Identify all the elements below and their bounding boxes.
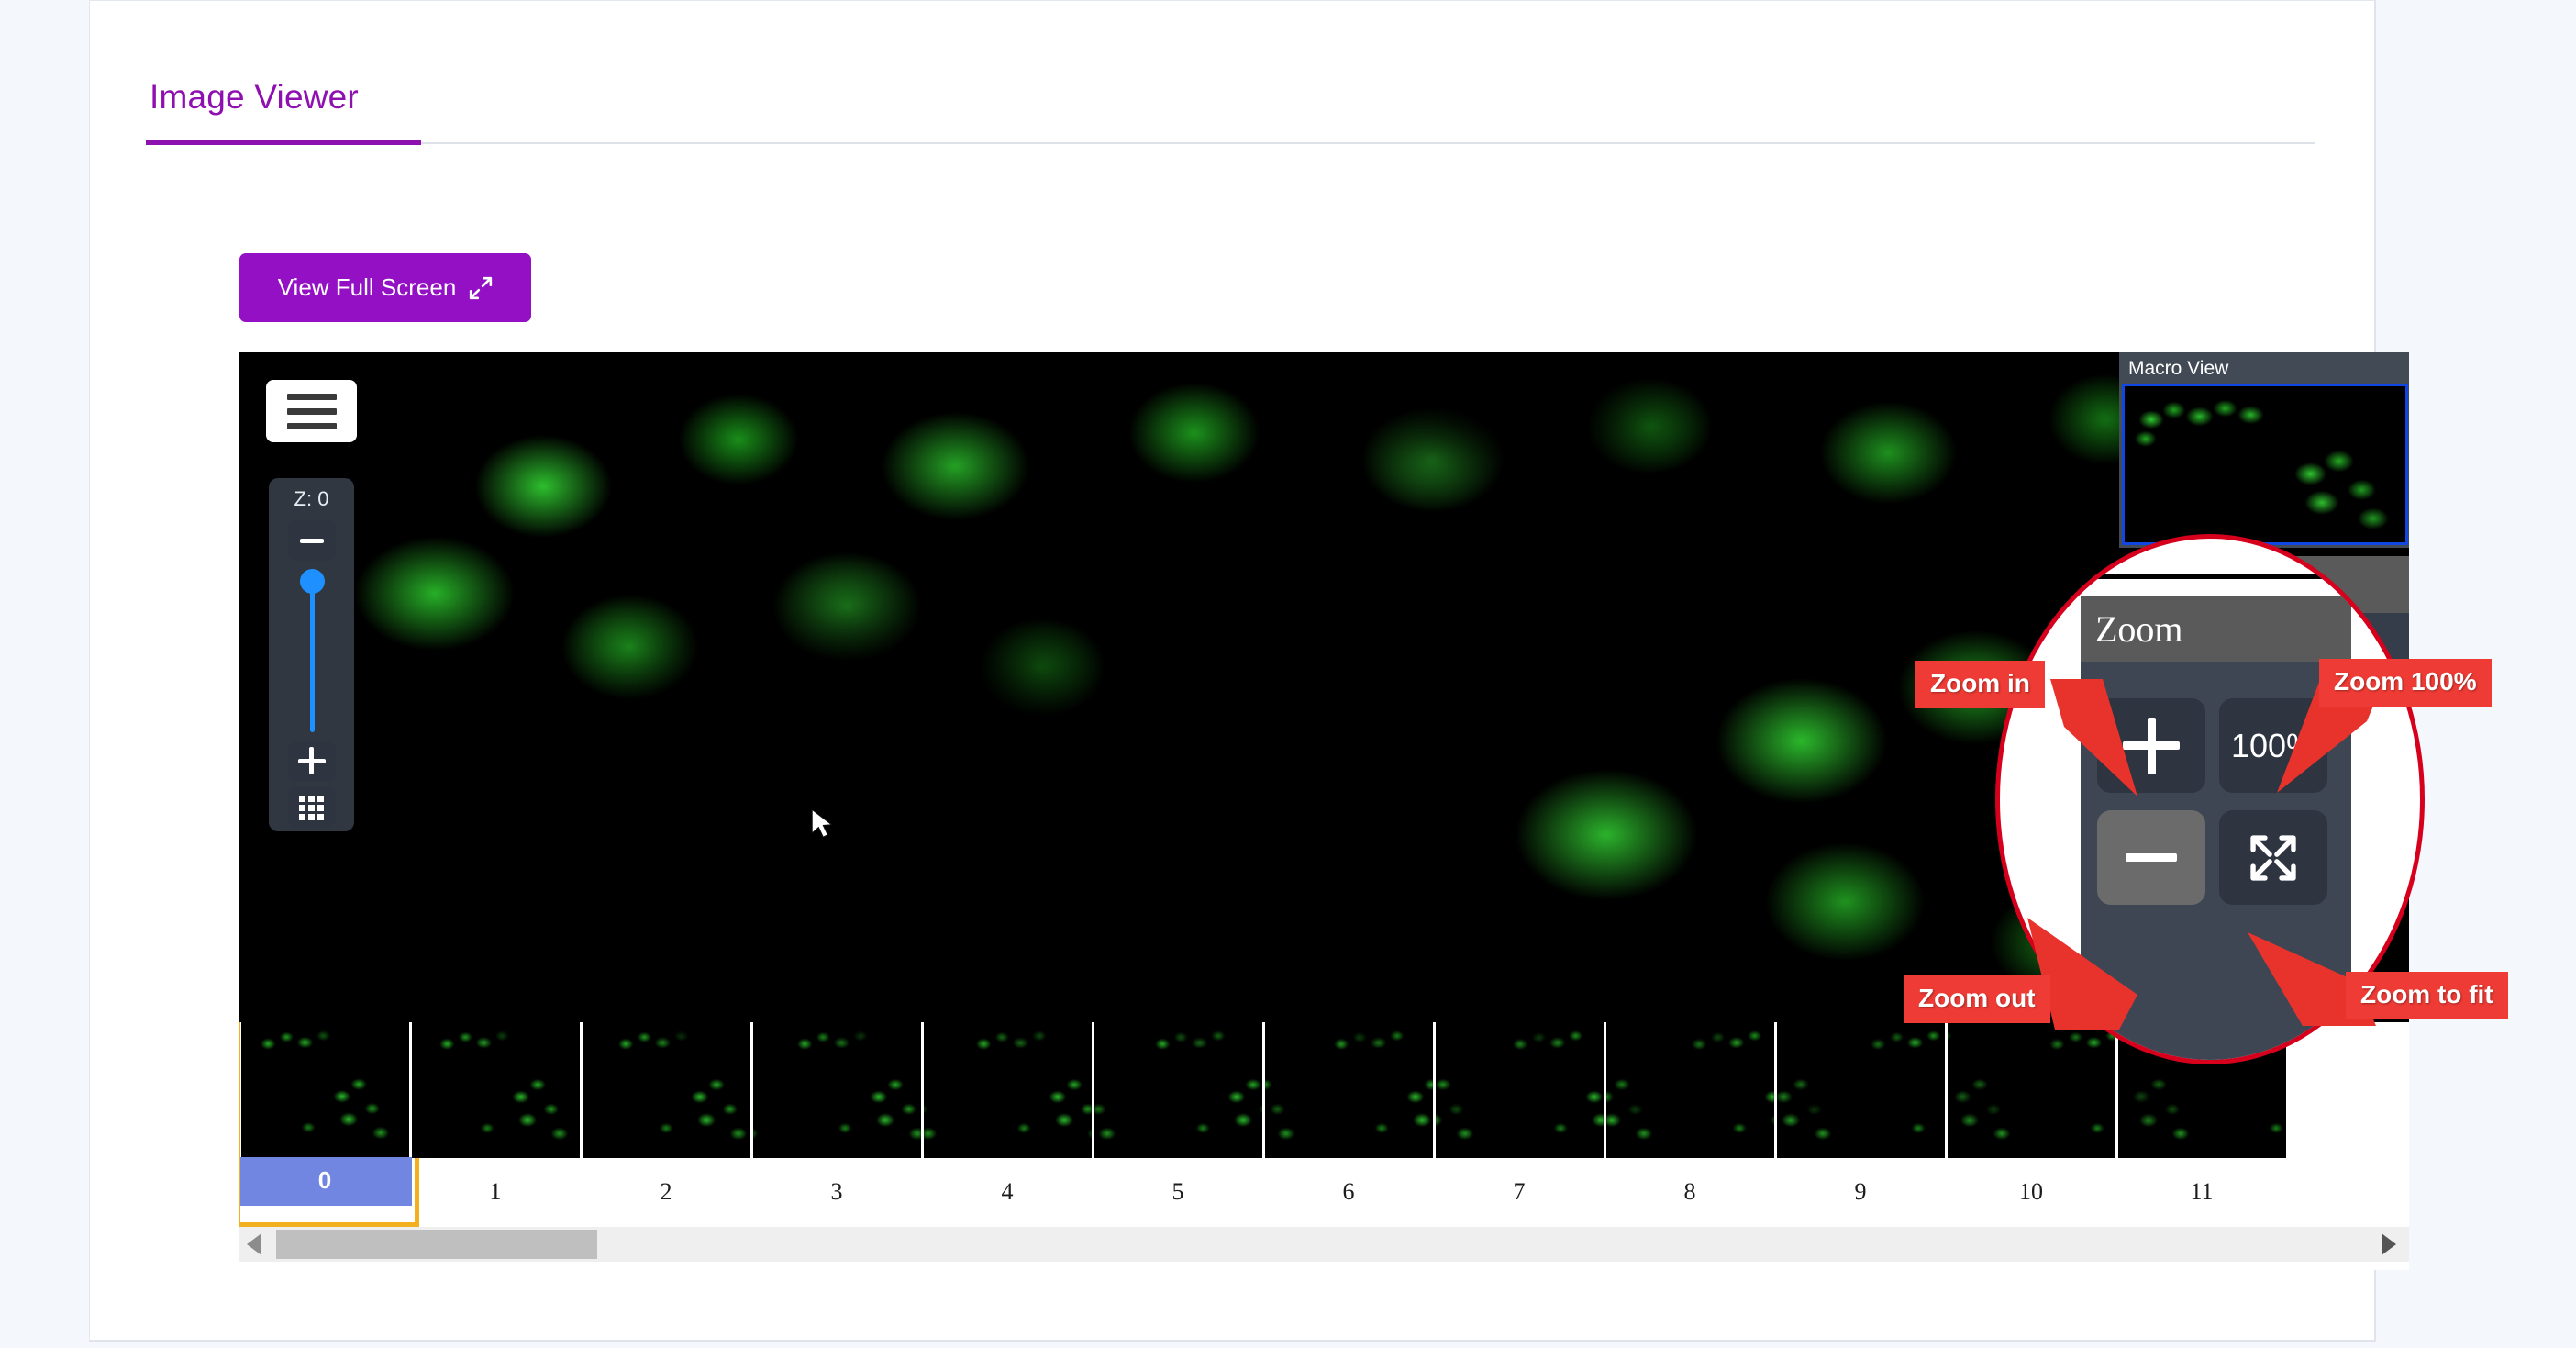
- plus-icon: [297, 747, 326, 774]
- filmstrip-thumbnail-label: 0: [239, 1157, 412, 1206]
- filmstrip-thumbnail-label: 10: [2019, 1178, 2043, 1205]
- filmstrip-thumbnail-label: 8: [1683, 1178, 1696, 1205]
- thumbnail-microscopy-image: [1264, 1022, 1433, 1158]
- filmstrip-thumbnail-label: 6: [1342, 1178, 1355, 1205]
- filmstrip-thumbnail-label: 7: [1513, 1178, 1526, 1205]
- scrollbar-thumb[interactable]: [276, 1230, 597, 1259]
- filmstrip-thumbnail-label: 4: [1001, 1178, 1014, 1205]
- z-stack-panel: Z: 0: [269, 478, 354, 831]
- menu-bar-1: [286, 393, 337, 400]
- filmstrip-track: 0 1 2 3 4 5 6 7 8 9 10 11: [239, 1022, 2287, 1227]
- filmstrip-thumbnail-label: 9: [1854, 1178, 1867, 1205]
- zoom-out-button-magnified[interactable]: [2097, 810, 2205, 905]
- filmstrip-thumbnail-label: 3: [830, 1178, 843, 1205]
- filmstrip-thumbnail-7[interactable]: 7: [1434, 1022, 1604, 1206]
- thumbnail-microscopy-image: [1605, 1022, 1774, 1158]
- filmstrip-thumbnail-image: [411, 1022, 580, 1158]
- filmstrip-thumbnail-1[interactable]: 1: [410, 1022, 581, 1206]
- macro-view-panel: Macro View: [2119, 352, 2409, 548]
- filmstrip-thumbnail-9[interactable]: 9: [1775, 1022, 1946, 1206]
- triangle-right-icon[interactable]: [2374, 1227, 2404, 1262]
- zoom-to-fit-button-magnified[interactable]: [2219, 810, 2327, 905]
- mouse-pointer-icon: [811, 808, 833, 838]
- z-grid-view-button[interactable]: [287, 787, 336, 828]
- filmstrip-thumbnail-image: [1094, 1022, 1262, 1158]
- thumbnail-microscopy-image: [752, 1022, 921, 1158]
- view-full-screen-label: View Full Screen: [277, 273, 457, 301]
- filmstrip-thumbnail-0[interactable]: 0: [239, 1022, 419, 1227]
- minus-icon: [2126, 853, 2177, 862]
- filmstrip-thumbnail-image: [1264, 1022, 1433, 1158]
- filmstrip-thumbnail-5[interactable]: 5: [1093, 1022, 1263, 1206]
- filmstrip-thumbnail-image: [752, 1022, 921, 1158]
- filmstrip-thumbnail-image: [582, 1022, 750, 1158]
- z-slider-handle[interactable]: [299, 569, 325, 594]
- z-slider[interactable]: [288, 569, 336, 732]
- view-full-screen-button[interactable]: View Full Screen: [239, 253, 531, 322]
- thumbnail-microscopy-image: [1435, 1022, 1604, 1158]
- tab-active-indicator: [146, 140, 421, 145]
- filmstrip-scrollbar[interactable]: [239, 1227, 2409, 1262]
- filmstrip-thumbnail-2[interactable]: 2: [581, 1022, 751, 1206]
- filmstrip-thumbnail-4[interactable]: 4: [922, 1022, 1093, 1206]
- filmstrip-thumbnail-label: 5: [1171, 1178, 1184, 1205]
- macro-view-title: Macro View: [2128, 358, 2229, 379]
- z-decrease-button[interactable]: [287, 520, 336, 561]
- menu-bar-2: [286, 407, 337, 415]
- minus-icon: [299, 538, 324, 543]
- filmstrip-thumbnail-image: [1435, 1022, 1604, 1158]
- magnified-zoom-panel-title: Zoom: [2095, 607, 2183, 650]
- expand-arrows-icon: [2250, 834, 2296, 881]
- magnified-zoom-panel-header: Zoom: [2081, 596, 2351, 662]
- page-title: Image Viewer: [150, 78, 359, 116]
- filmstrip-thumbnail-label: 1: [489, 1178, 502, 1205]
- zoom-out-callout: Zoom out: [1904, 975, 2050, 1023]
- thumbnail-microscopy-image: [582, 1022, 750, 1158]
- filmstrip-thumbnail-image: [240, 1022, 409, 1157]
- zoom-in-callout: Zoom in: [1915, 661, 2045, 708]
- thumbnail-microscopy-image: [1776, 1022, 1945, 1158]
- thumbnail-microscopy-image: [411, 1022, 580, 1158]
- filmstrip-thumbnail-6[interactable]: 6: [1263, 1022, 1434, 1206]
- filmstrip-thumbnail-label: 2: [660, 1178, 672, 1205]
- thumbnail-microscopy-image: [1094, 1022, 1262, 1158]
- grid-3x3-icon: [299, 795, 324, 820]
- triangle-left-icon[interactable]: [239, 1227, 269, 1262]
- filmstrip-thumbnail-image: [1605, 1022, 1774, 1158]
- zoom-100-callout: Zoom 100%: [2319, 659, 2492, 707]
- filmstrip-thumbnail-label: 11: [2190, 1178, 2214, 1205]
- expand-diagonal-icon: [469, 276, 493, 300]
- filmstrip-thumbnail-3[interactable]: 3: [751, 1022, 922, 1206]
- hamburger-menu-icon[interactable]: [266, 380, 357, 442]
- zoom-to-fit-callout: Zoom to fit: [2346, 972, 2508, 1019]
- z-stack-label: Z: 0: [294, 487, 329, 510]
- macro-view-thumbnail: [2125, 386, 2405, 542]
- magnifier-divider: [2069, 574, 2362, 579]
- filmstrip-thumbnail-image: [923, 1022, 1092, 1158]
- menu-bar-3: [286, 422, 337, 429]
- thumbnail-microscopy-image: [240, 1022, 409, 1157]
- macro-view-viewport-rect[interactable]: [2122, 384, 2408, 545]
- z-slider-track: [309, 584, 315, 732]
- tab-bar: Image Viewer: [146, 65, 2315, 145]
- filmstrip-thumbnail-8[interactable]: 8: [1604, 1022, 1775, 1206]
- filmstrip-thumbnail-image: [1776, 1022, 1945, 1158]
- z-increase-button[interactable]: [287, 741, 336, 781]
- thumbnail-microscopy-image: [923, 1022, 1092, 1158]
